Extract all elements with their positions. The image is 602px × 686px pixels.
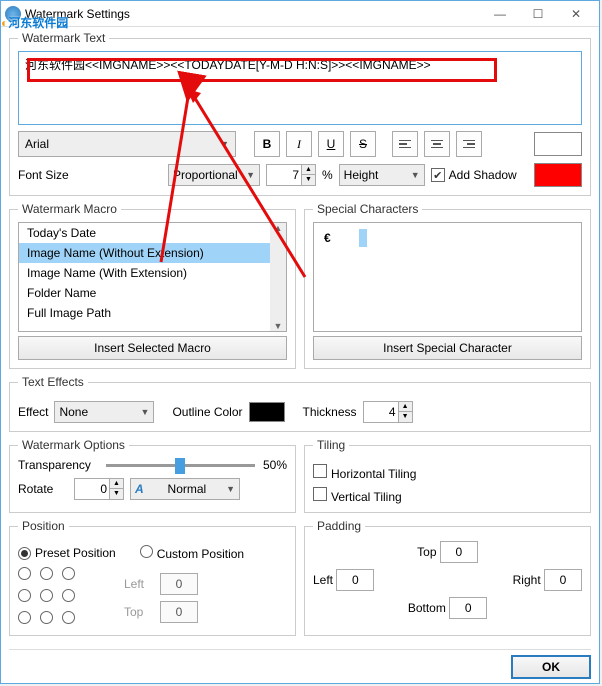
insert-special-button[interactable]: Insert Special Character	[313, 336, 582, 360]
position-group: Position Preset Position Custom Position…	[9, 519, 296, 636]
spin-up-icon[interactable]: ▲	[302, 165, 315, 175]
align-right-button[interactable]	[456, 131, 482, 157]
pad-bottom-input[interactable]	[449, 597, 487, 619]
watermark-options-group: Watermark Options Transparency 50% Rotat…	[9, 438, 296, 513]
flip-dropdown[interactable]: ANormal▼	[130, 478, 240, 500]
effect-label: Effect	[18, 405, 48, 419]
align-center-button[interactable]	[424, 131, 450, 157]
horizontal-tiling-checkbox[interactable]: Horizontal Tiling	[313, 464, 416, 481]
titlebar: Watermark Settings — ☐ ✕	[1, 1, 599, 27]
italic-button[interactable]: I	[286, 131, 312, 157]
macro-group: Watermark Macro Today's Date Image Name …	[9, 202, 296, 369]
shadow-color-swatch[interactable]	[534, 163, 582, 187]
effect-dropdown[interactable]: None▼	[54, 401, 154, 423]
thickness-spinner[interactable]: ▲▼	[363, 401, 413, 423]
strike-button[interactable]: S	[350, 131, 376, 157]
watermark-text-value: 河东软件园<<IMGNAME>><<TODAYDATE[Y-M-D H:N:S]…	[25, 58, 431, 72]
effects-legend: Text Effects	[18, 375, 88, 389]
transparency-label: Transparency	[18, 458, 98, 472]
padding-legend: Padding	[313, 519, 365, 533]
rotate-label: Rotate	[18, 482, 68, 496]
pad-top-label: Top	[417, 545, 436, 559]
chevron-down-icon: ▼	[411, 170, 420, 180]
transparency-value: 50%	[263, 458, 287, 472]
pos-top-input	[160, 601, 198, 623]
special-char-box[interactable]: €	[313, 222, 582, 332]
thickness-label: Thickness	[303, 405, 357, 419]
watermark-text-group: Watermark Text 河东软件园<<IMGNAME>><<TODAYDA…	[9, 31, 591, 196]
pos-top-label: Top	[124, 605, 154, 619]
preset-position-grid[interactable]	[18, 567, 78, 627]
options-legend: Watermark Options	[18, 438, 129, 452]
font-size-mode-dropdown[interactable]: Proportional▼	[168, 164, 260, 186]
ok-button[interactable]: OK	[511, 655, 591, 679]
add-shadow-checkbox[interactable]: ✔Add Shadow	[431, 168, 517, 183]
pos-left-label: Left	[124, 577, 154, 591]
close-button[interactable]: ✕	[557, 3, 595, 25]
text-cursor	[359, 229, 367, 247]
list-item[interactable]: Today's Date	[19, 223, 286, 243]
special-char-group: Special Characters € Insert Special Char…	[304, 202, 591, 369]
minimize-button[interactable]: —	[481, 3, 519, 25]
list-item[interactable]: Full Image Path	[19, 303, 286, 323]
macro-listbox[interactable]: Today's Date Image Name (Without Extensi…	[18, 222, 287, 332]
watermark-text-legend: Watermark Text	[18, 31, 109, 45]
bold-button[interactable]: B	[254, 131, 280, 157]
special-legend: Special Characters	[313, 202, 422, 216]
special-char: €	[324, 231, 331, 245]
list-item[interactable]: Folder Name	[19, 283, 286, 303]
pad-bottom-label: Bottom	[408, 601, 446, 615]
percent-label: %	[322, 168, 333, 182]
pad-top-input[interactable]	[440, 541, 478, 563]
position-legend: Position	[18, 519, 69, 533]
chevron-down-icon: ▼	[246, 170, 255, 180]
vertical-tiling-checkbox[interactable]: Vertical Tiling	[313, 487, 402, 504]
tiling-group: Tiling Horizontal Tiling Vertical Tiling	[304, 438, 591, 513]
insert-macro-button[interactable]: Insert Selected Macro	[18, 336, 287, 360]
scrollbar[interactable]: ▲▼	[270, 223, 286, 331]
padding-group: Padding Top Left Right Bottom	[304, 519, 591, 636]
text-color-swatch[interactable]	[534, 132, 582, 156]
font-family-dropdown[interactable]: Arial▼	[18, 131, 236, 157]
window-title: Watermark Settings	[25, 7, 481, 21]
font-size-label: Font Size	[18, 168, 76, 182]
outline-color-swatch[interactable]	[249, 402, 285, 422]
chevron-down-icon: ▼	[220, 139, 229, 149]
brand-overlay: ◐河东软件园	[1, 7, 68, 33]
custom-position-radio[interactable]: Custom Position	[140, 545, 244, 561]
underline-button[interactable]: U	[318, 131, 344, 157]
list-item[interactable]: Image Name (With Extension)	[19, 263, 286, 283]
pad-left-input[interactable]	[336, 569, 374, 591]
spin-down-icon[interactable]: ▼	[302, 175, 315, 185]
pos-left-input	[160, 573, 198, 595]
pad-left-label: Left	[313, 573, 333, 587]
transparency-slider[interactable]	[106, 464, 255, 467]
align-left-button[interactable]	[392, 131, 418, 157]
rotate-spinner[interactable]: ▲▼	[74, 478, 124, 500]
outline-color-label: Outline Color	[172, 405, 242, 419]
font-size-spinner[interactable]: ▲▼	[266, 164, 316, 186]
text-effects-group: Text Effects Effect None▼ Outline Color …	[9, 375, 591, 432]
list-item[interactable]: Image Name (Without Extension)	[19, 243, 286, 263]
relative-to-dropdown[interactable]: Height▼	[339, 164, 425, 186]
maximize-button[interactable]: ☐	[519, 3, 557, 25]
preset-position-radio[interactable]: Preset Position	[18, 546, 116, 560]
watermark-text-input[interactable]: 河东软件园<<IMGNAME>><<TODAYDATE[Y-M-D H:N:S]…	[18, 51, 582, 125]
pad-right-label: Right	[513, 573, 541, 587]
tiling-legend: Tiling	[313, 438, 349, 452]
pad-right-input[interactable]	[544, 569, 582, 591]
macro-legend: Watermark Macro	[18, 202, 121, 216]
